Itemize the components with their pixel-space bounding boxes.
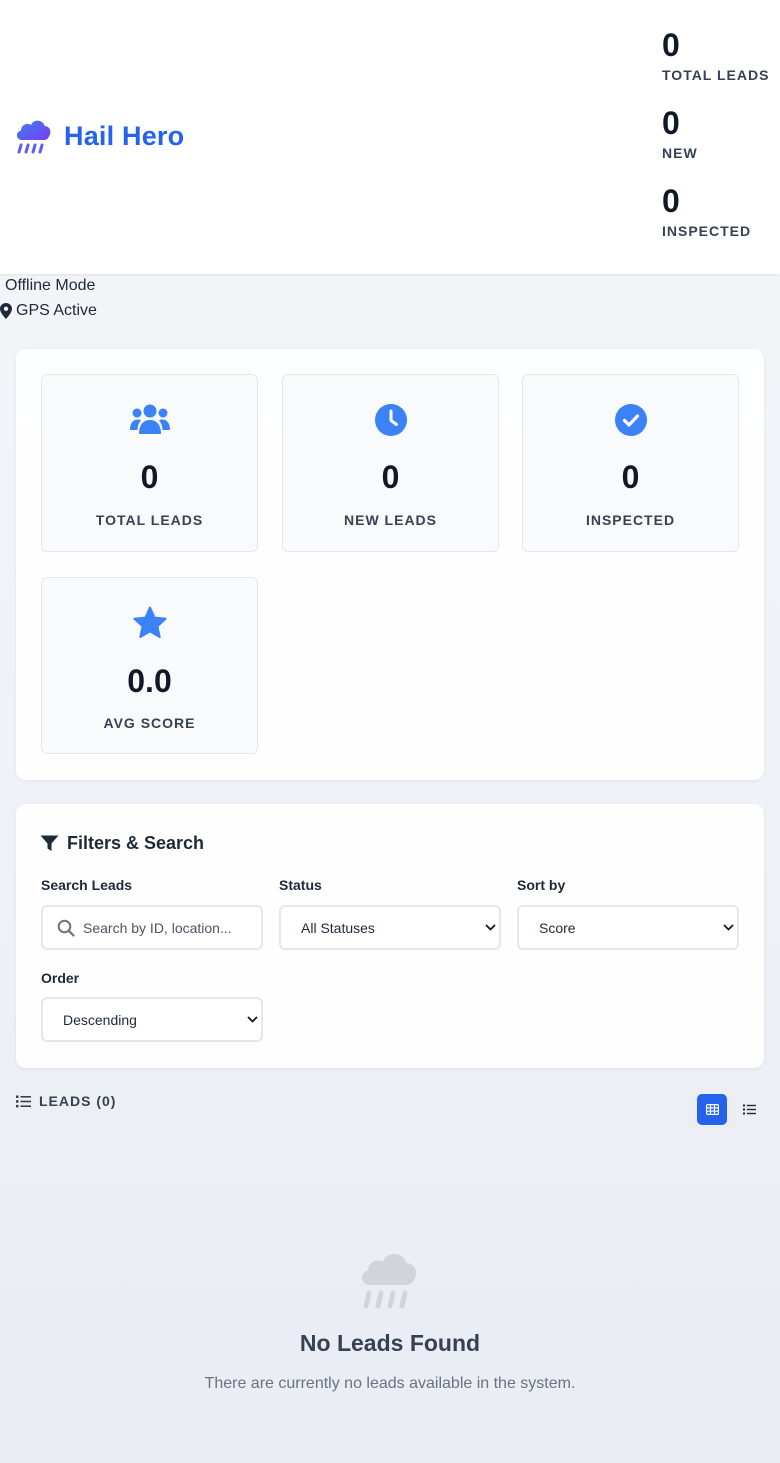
search-label: Search Leads [41, 877, 133, 893]
chevron-down-icon [485, 924, 496, 931]
status-select-value: All Statuses [301, 919, 375, 936]
stat-card-total-leads: 0 TOTAL LEADS [41, 374, 258, 552]
stat-label: AVG SCORE [103, 715, 196, 731]
header-stat-total: 0 TOTAL LEADS [662, 26, 780, 104]
gps-indicator: GPS Active [0, 302, 97, 320]
header-stat-new: 0 NEW [662, 104, 780, 182]
list-view-button[interactable] [734, 1094, 764, 1125]
stat-value: 0 [621, 459, 640, 495]
grid-view-button[interactable] [697, 1094, 727, 1125]
header-stats: 0 TOTAL LEADS 0 NEW 0 INSPECTED [662, 26, 780, 260]
search-input[interactable]: Search by ID, location... [41, 905, 263, 950]
header-stat-value: 0 [662, 27, 680, 63]
map-pin-icon [0, 303, 12, 319]
gps-label: GPS Active [16, 302, 97, 319]
app-title: Hail Hero [64, 120, 185, 151]
search-placeholder: Search by ID, location... [83, 919, 232, 936]
stats-panel: 0 TOTAL LEADS 0 NEW LEADS 0 INSPECTED 0.… [16, 349, 764, 780]
cloud-rain-icon [362, 1253, 417, 1309]
sort-select-value: Score [539, 919, 576, 936]
stat-label: NEW LEADS [344, 512, 437, 528]
stat-card-inspected: 0 INSPECTED [522, 374, 739, 552]
stat-label: INSPECTED [585, 512, 676, 528]
leads-header: LEADS (0) [16, 1093, 116, 1109]
leads-count-title: LEADS (0) [39, 1093, 117, 1109]
offline-mode-indicator: Offline Mode [5, 277, 95, 295]
chevron-down-icon [247, 1016, 258, 1023]
sort-select[interactable]: Score [517, 905, 739, 950]
stat-value: 0.0 [127, 663, 172, 699]
header-stat-value: 0 [662, 183, 680, 219]
stat-value: 0 [381, 459, 400, 495]
stat-value: 0 [140, 459, 159, 495]
filters-heading: Filters & Search [40, 833, 204, 854]
stat-card-new-leads: 0 NEW LEADS [282, 374, 499, 552]
sort-label: Sort by [517, 877, 566, 893]
order-select-value: Descending [63, 1011, 137, 1028]
header-stat-inspected: 0 INSPECTED [662, 182, 780, 260]
header-stat-label: NEW [662, 145, 698, 161]
filters-panel: Filters & Search Search Leads Search by … [16, 804, 764, 1068]
status-select[interactable]: All Statuses [279, 905, 501, 950]
search-icon [57, 919, 75, 937]
users-icon [129, 404, 170, 434]
order-label: Order [41, 970, 80, 986]
chevron-down-icon [723, 924, 734, 931]
order-select[interactable]: Descending [41, 997, 263, 1042]
star-icon [132, 606, 167, 638]
app-header: Hail Hero 0 TOTAL LEADS 0 NEW 0 INSPECTE… [0, 0, 780, 274]
clock-icon [374, 404, 407, 436]
header-stat-label: INSPECTED [662, 223, 752, 239]
stat-card-avg-score: 0.0 AVG SCORE [41, 577, 258, 754]
filter-icon [40, 835, 59, 851]
status-label: Status [279, 877, 322, 893]
cloud-rain-icon [16, 120, 51, 154]
list-icon [16, 1095, 31, 1107]
grid-icon [705, 1104, 719, 1115]
list-icon [742, 1104, 756, 1115]
header-stat-label: TOTAL LEADS [662, 67, 770, 83]
empty-state-message: There are currently no leads available i… [204, 1375, 576, 1392]
brand[interactable]: Hail Hero [14, 116, 184, 156]
offline-mode-label: Offline Mode [5, 277, 96, 294]
empty-state-title: No Leads Found [299, 1330, 481, 1356]
check-circle-icon [614, 404, 647, 436]
stat-label: TOTAL LEADS [95, 512, 204, 528]
filters-title: Filters & Search [67, 833, 205, 853]
header-stat-value: 0 [662, 105, 680, 141]
